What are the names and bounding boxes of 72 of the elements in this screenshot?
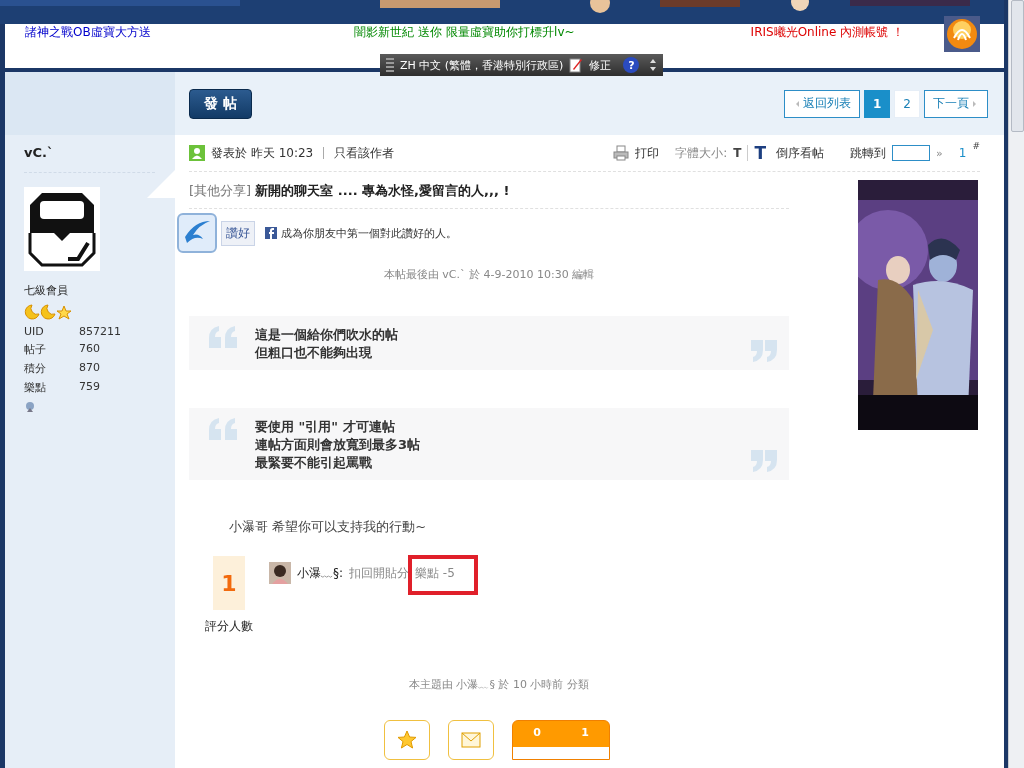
back-to-list-button[interactable]: 返回列表 — [784, 89, 860, 118]
close-quote-icon — [749, 450, 779, 472]
ad-link[interactable]: 諸神之戰OB虛寶大方送 — [25, 24, 292, 41]
stat-value: 759 — [79, 380, 101, 395]
next-page-button[interactable]: 下一頁 — [924, 89, 988, 118]
stat-label: 樂點 — [24, 380, 47, 395]
quote-line: 要使用 "引用" 才可連帖 — [255, 418, 396, 436]
floor-number[interactable]: 1 — [958, 146, 967, 160]
like-prompt: 成為你朋友中第一個對此讚好的人。 — [281, 225, 457, 241]
stat-value: 870 — [79, 361, 101, 376]
user-icon — [189, 145, 205, 161]
close-quote-icon — [749, 340, 779, 362]
language-bar-popup[interactable]: ZH 中文 (繁體，香港特別行政區) 修正 ? — [380, 54, 664, 76]
quote-line: 但粗口也不能夠出現 — [255, 344, 373, 362]
jump-field[interactable] — [892, 145, 931, 161]
printer-icon[interactable] — [613, 145, 630, 161]
user-avatar-icon[interactable] — [269, 562, 291, 584]
orb-icon[interactable] — [944, 16, 980, 52]
options-arrows-icon[interactable] — [649, 57, 658, 73]
input-language-button[interactable]: ZH 中文 (繁體，香港特別行政區) — [400, 57, 564, 73]
vote-count: 0 — [533, 726, 541, 739]
vote-count: 1 — [581, 726, 589, 739]
stat-value: 760 — [79, 342, 101, 357]
rank-icon — [24, 304, 72, 320]
scrollbar[interactable] — [1008, 0, 1024, 768]
print-link[interactable]: 打印 — [635, 144, 660, 162]
page-button[interactable]: 1 — [864, 89, 891, 118]
post-category[interactable]: [其他分享] — [189, 183, 252, 198]
document-pen-icon[interactable] — [569, 57, 584, 73]
edit-note: 本帖最後由 vC.` 於 4-9-2010 10:30 編輯 — [382, 267, 596, 282]
stat-label: 帖子 — [24, 342, 47, 357]
rater-name[interactable]: 小瀑﹏§: — [297, 564, 344, 582]
reverse-order-link[interactable]: 倒序看帖 — [776, 144, 825, 162]
like-button[interactable]: 讚好 — [221, 220, 255, 246]
star-icon — [397, 730, 417, 750]
post-message: 小瀑哥 希望你可以支持我的行動~ — [229, 518, 428, 536]
correction-button[interactable]: 修正 — [589, 57, 612, 73]
drag-handle-icon[interactable] — [386, 58, 394, 72]
facebook-icon[interactable] — [265, 227, 277, 239]
new-post-button[interactable]: 發 帖 — [189, 88, 252, 119]
jump-label: 跳轉到 — [850, 144, 887, 162]
floor-mark: # — [972, 141, 980, 151]
post-time: 發表於 昨天 10:23 — [211, 144, 314, 162]
avatar-icon — [24, 187, 100, 271]
envelope-icon — [461, 732, 481, 748]
large-font-button[interactable]: T — [754, 143, 767, 163]
small-font-button[interactable]: T — [733, 146, 742, 160]
member-rank: 七級會員 — [24, 283, 69, 298]
favorite-button[interactable] — [384, 720, 430, 760]
moderation-note: 本主題由 小瀑﹏§ 於 10 小時前 分類 — [408, 677, 590, 692]
post-title: 新開的聊天室 .... 專為水怪,愛留言的人,,, ! — [255, 183, 510, 198]
rating-reason: 扣回開貼分 — [349, 564, 410, 582]
author-only-link[interactable]: 只看該作者 — [334, 144, 395, 162]
stat-value: 857211 — [79, 325, 122, 338]
open-quote-icon — [209, 418, 239, 440]
quote-line: 這是一個給你們吹水的帖 — [255, 326, 399, 344]
quote-line: 連帖方面則會放寬到最多3帖 — [255, 436, 422, 454]
help-button[interactable]: ? — [623, 57, 640, 73]
open-quote-icon — [209, 326, 239, 348]
rating-count-label: 評分人數 — [205, 618, 253, 635]
ad-link[interactable]: 闇影新世紀 送你 限量虛寶助你打標升lv~ — [291, 24, 638, 41]
rating-points: 樂點 -5 — [415, 564, 455, 582]
page-button[interactable]: 2 — [894, 89, 920, 118]
ad-link[interactable]: IRIS曦光Online 內測帳號 ！ — [637, 24, 944, 41]
font-size-label: 字體大小: — [675, 144, 728, 162]
bird-icon[interactable] — [177, 213, 217, 253]
author-name[interactable]: vC.` — [24, 145, 155, 173]
jump-go-button[interactable]: » — [936, 146, 943, 160]
stat-label: UID — [24, 325, 45, 338]
stat-label: 積分 — [24, 361, 47, 376]
quote-line: 最緊要不能引起罵戰 — [255, 454, 373, 472]
rating-count: 1 — [213, 556, 245, 610]
